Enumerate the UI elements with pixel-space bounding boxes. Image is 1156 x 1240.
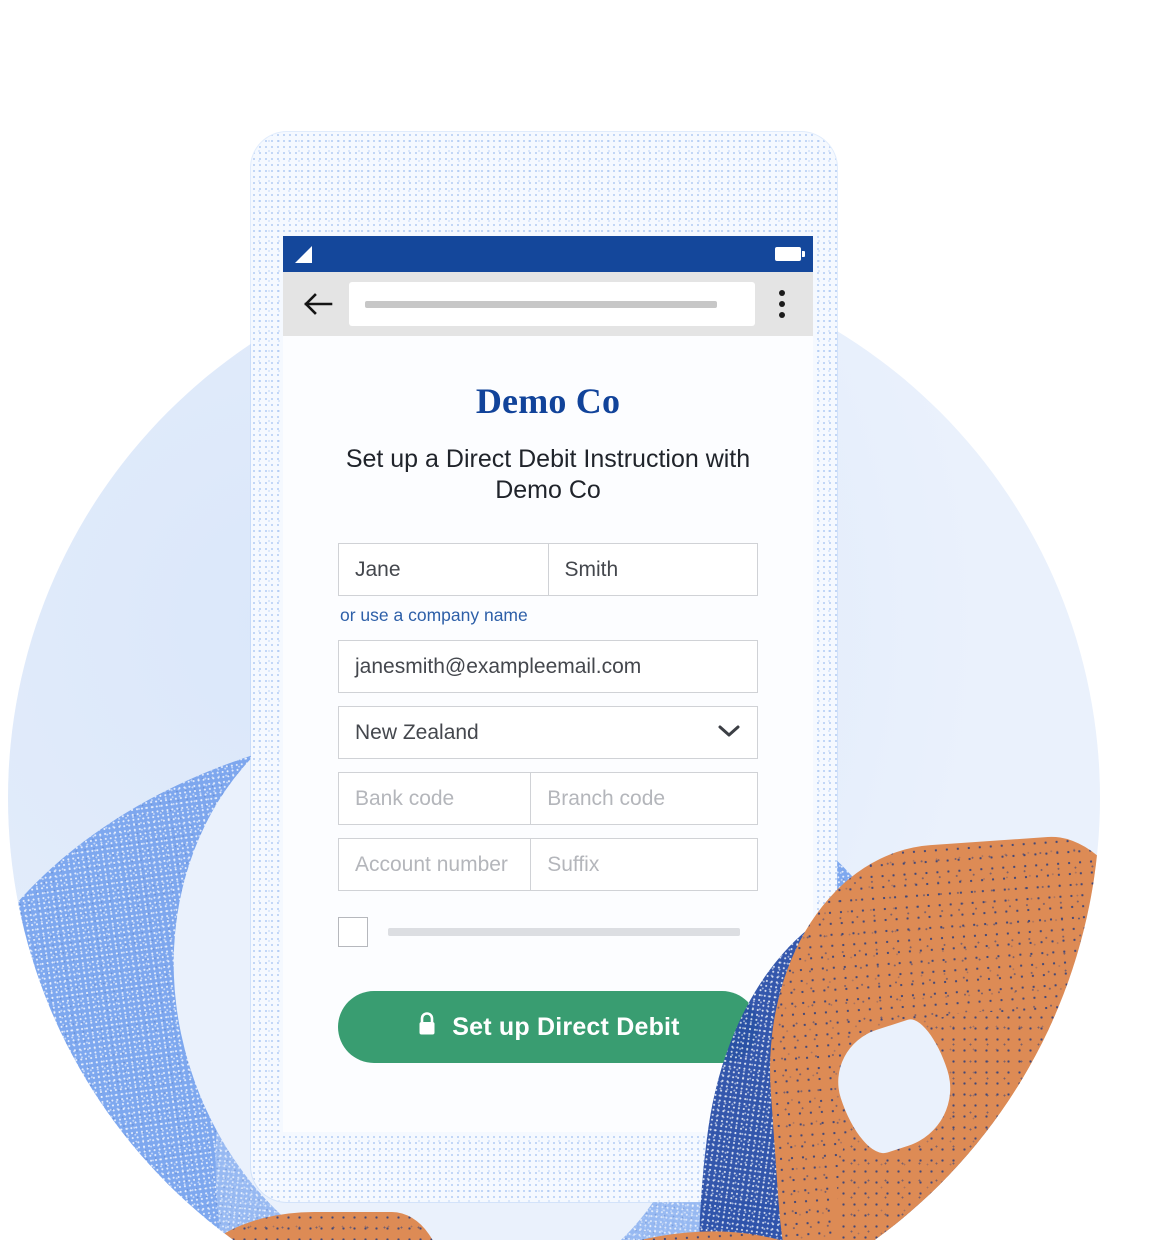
bank-branch-row: Bank code Branch code	[338, 772, 758, 825]
status-bar	[283, 236, 813, 272]
last-name-input[interactable]: Smith	[548, 543, 758, 596]
set-up-direct-debit-label: Set up Direct Debit	[452, 1012, 680, 1041]
account-number-input[interactable]: Account number	[338, 838, 532, 891]
use-company-name-link[interactable]: or use a company name	[340, 605, 758, 626]
first-name-input[interactable]: Jane	[338, 543, 549, 596]
name-row: Jane Smith	[338, 543, 758, 596]
orange-hand-right-lower	[838, 1012, 1100, 1240]
account-suffix-row: Account number Suffix	[338, 838, 758, 891]
orange-hand-notch	[824, 1012, 966, 1162]
chevron-down-icon	[717, 721, 741, 745]
consent-checkbox[interactable]	[338, 917, 368, 947]
email-input[interactable]: janesmith@exampleemail.com	[338, 640, 758, 693]
page-headline: Set up a Direct Debit Instruction with D…	[345, 445, 751, 504]
direct-debit-form: Jane Smith or use a company name janesmi…	[338, 543, 758, 1063]
country-row: New Zealand	[338, 706, 758, 759]
kebab-menu-icon[interactable]	[769, 287, 795, 321]
signal-triangle-icon	[295, 245, 312, 263]
country-select-value: New Zealand	[355, 720, 479, 744]
bank-code-input[interactable]: Bank code	[338, 772, 532, 825]
email-row: janesmith@exampleemail.com	[338, 640, 758, 693]
orange-finger-left	[184, 1212, 444, 1240]
url-redacted-text	[365, 300, 717, 308]
back-arrow-icon[interactable]	[301, 287, 335, 321]
phone-screen: Demo Co Set up a Direct Debit Instructio…	[283, 236, 813, 1132]
battery-icon	[775, 247, 805, 261]
set-up-direct-debit-button[interactable]: Set up Direct Debit	[338, 991, 758, 1063]
mockup-stage: Demo Co Set up a Direct Debit Instructio…	[0, 0, 1156, 1240]
padlock-icon	[416, 1011, 438, 1044]
page-brand-title: Demo Co	[475, 381, 621, 421]
consent-redacted-label	[388, 928, 740, 936]
orange-thumb	[439, 1219, 957, 1240]
browser-toolbar	[283, 272, 813, 336]
country-select[interactable]: New Zealand	[338, 706, 758, 759]
consent-row	[338, 917, 758, 947]
url-input[interactable]	[349, 282, 755, 326]
branch-code-input[interactable]: Branch code	[531, 772, 758, 825]
web-page-content: Demo Co Set up a Direct Debit Instructio…	[283, 380, 813, 1083]
suffix-input[interactable]: Suffix	[531, 838, 758, 891]
